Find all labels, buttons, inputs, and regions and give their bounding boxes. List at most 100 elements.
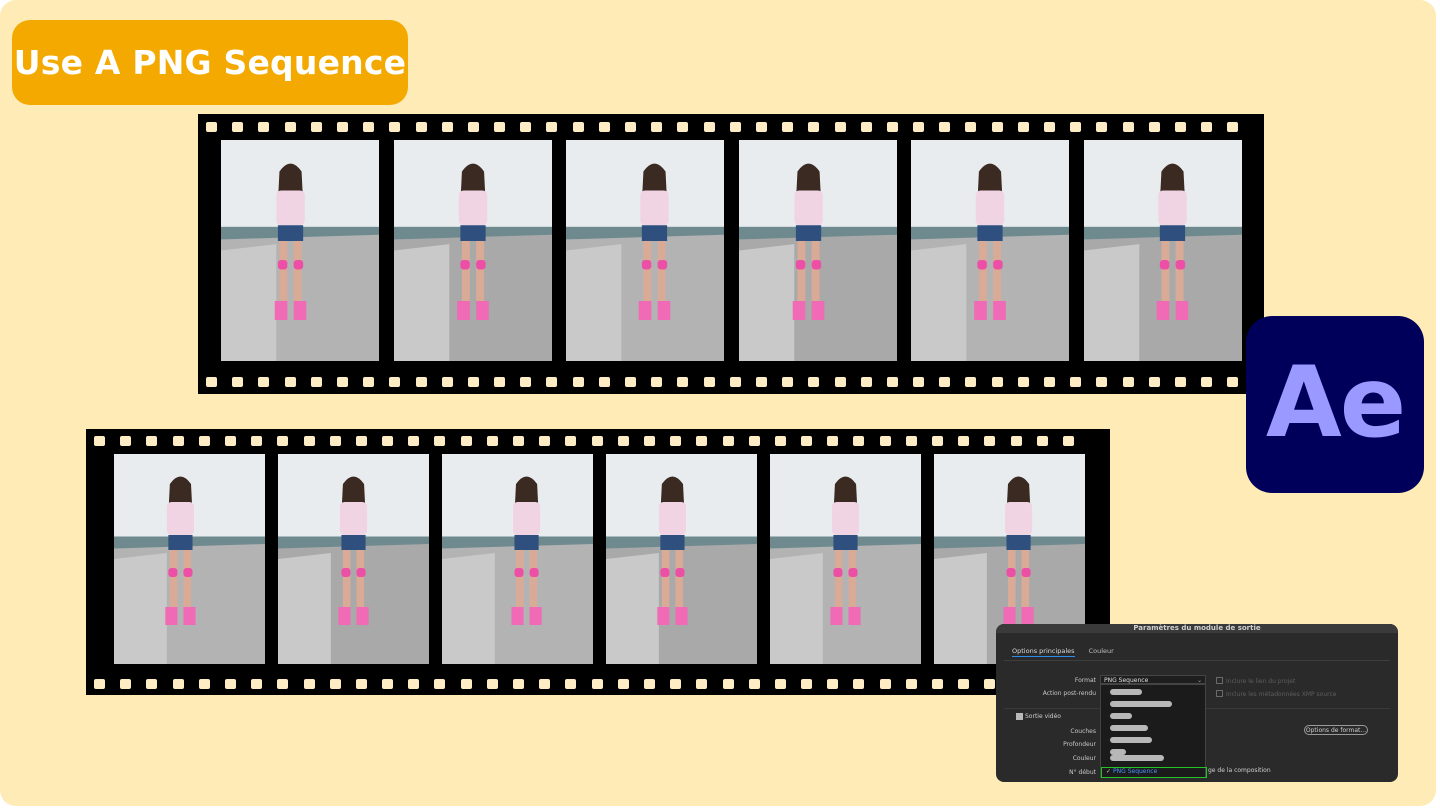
- dropdown-option[interactable]: [1110, 713, 1132, 719]
- sprocket-hole: [617, 679, 629, 689]
- video-output-checkbox[interactable]: [1016, 713, 1023, 720]
- include-xmp-checkbox[interactable]: [1216, 690, 1223, 697]
- sprocket-hole: [198, 679, 210, 689]
- sprocket-hole: [722, 679, 734, 689]
- filmstrip-top: [198, 114, 1264, 394]
- dialog-tabs: Options principales Couleur: [1012, 647, 1114, 657]
- sprocket-hole: [539, 436, 551, 446]
- top-strip-photo-3: [566, 140, 724, 361]
- dropdown-selected-option[interactable]: ✓ PNG Sequence: [1101, 767, 1207, 778]
- divider: [1004, 660, 1390, 661]
- sprocket-hole: [460, 679, 472, 689]
- sprocket-hole: [598, 377, 610, 387]
- sprocket-hole: [748, 436, 760, 446]
- sprocket-hole: [565, 436, 577, 446]
- sprocket-hole: [546, 122, 558, 132]
- sprocket-hole: [755, 377, 767, 387]
- sprocket-hole: [965, 377, 977, 387]
- sprocket-hole: [651, 122, 663, 132]
- sprocket-hole: [939, 377, 951, 387]
- depth-label: Profondeur: [1063, 741, 1096, 748]
- include-xmp-label: Inclure les métadonnées XMP source: [1226, 691, 1337, 698]
- sprocket-hole: [696, 436, 708, 446]
- sprocket-hole: [441, 122, 453, 132]
- sprocket-hole: [329, 679, 341, 689]
- sprocket-hole: [206, 122, 217, 132]
- sprocket-hole: [572, 377, 584, 387]
- sprocket-hole: [1227, 377, 1239, 387]
- dropdown-option[interactable]: [1110, 725, 1148, 731]
- top-strip-photo-5: [911, 140, 1069, 361]
- include-project-link-checkbox[interactable]: [1216, 677, 1223, 684]
- sprocket-hole: [782, 377, 794, 387]
- format-dropdown[interactable]: ✓ PNG Sequence: [1100, 684, 1207, 778]
- sprocket-hole: [703, 377, 715, 387]
- sprocket-hole: [434, 679, 446, 689]
- sprocket-hole: [808, 377, 820, 387]
- sprocket-holes-bottom: [86, 679, 1110, 689]
- sprocket-hole: [572, 122, 584, 132]
- sprocket-hole: [958, 679, 970, 689]
- sprocket-hole: [258, 122, 270, 132]
- sprocket-hole: [120, 436, 132, 446]
- sprocket-hole: [494, 377, 506, 387]
- sprocket-hole: [860, 122, 872, 132]
- top-strip-photo-4: [739, 140, 897, 361]
- top-strip-photo-1: [221, 140, 379, 361]
- sprocket-hole: [441, 377, 453, 387]
- sprocket-hole: [494, 122, 506, 132]
- sprocket-hole: [905, 436, 917, 446]
- sprocket-hole: [94, 679, 105, 689]
- tab-main-options[interactable]: Options principales: [1012, 647, 1075, 657]
- sprocket-hole: [172, 436, 184, 446]
- sprocket-hole: [1148, 122, 1160, 132]
- format-options-button[interactable]: Options de format...: [1304, 725, 1368, 735]
- dropdown-option[interactable]: [1110, 689, 1142, 695]
- sprocket-hole: [703, 122, 715, 132]
- sprocket-holes-top: [86, 436, 1110, 446]
- sprocket-hole: [729, 377, 741, 387]
- post-render-label: Action post-rendu: [1042, 690, 1096, 697]
- sprocket-hole: [1122, 377, 1134, 387]
- sprocket-hole: [303, 679, 315, 689]
- sprocket-hole: [389, 122, 401, 132]
- sprocket-hole: [617, 436, 629, 446]
- sprocket-hole: [853, 679, 865, 689]
- tab-color[interactable]: Couleur: [1089, 647, 1114, 657]
- dialog-title: Paramètres du module de sortie: [996, 624, 1398, 633]
- dropdown-option[interactable]: [1110, 755, 1164, 761]
- format-select[interactable]: PNG Sequence ⌄: [1100, 675, 1206, 684]
- sprocket-hole: [984, 436, 996, 446]
- sprocket-hole: [303, 436, 315, 446]
- sprocket-hole: [363, 377, 375, 387]
- sprocket-hole: [467, 377, 479, 387]
- sprocket-hole: [677, 122, 689, 132]
- sprocket-hole: [94, 436, 105, 446]
- dropdown-option[interactable]: [1110, 701, 1172, 707]
- sprocket-hole: [905, 679, 917, 689]
- dropdown-option[interactable]: [1110, 737, 1152, 743]
- sprocket-hole: [513, 679, 524, 689]
- sprocket-hole: [389, 377, 401, 387]
- sprocket-hole: [677, 377, 689, 387]
- sprocket-hole: [958, 436, 970, 446]
- after-effects-logo: Ae: [1246, 316, 1424, 493]
- sprocket-hole: [408, 436, 420, 446]
- sprocket-hole: [1096, 377, 1108, 387]
- composition-text: ge de la composition: [1208, 767, 1271, 774]
- top-strip-photo-6: [1084, 140, 1242, 361]
- start-number-label: N° début: [1069, 769, 1096, 776]
- sprocket-hole: [991, 122, 1003, 132]
- sprocket-hole: [284, 122, 296, 132]
- sprocket-hole: [834, 122, 846, 132]
- sprocket-hole: [1174, 377, 1186, 387]
- sprocket-hole: [329, 436, 341, 446]
- bottom-strip-photo-3: [442, 454, 593, 664]
- sprocket-hole: [965, 122, 977, 132]
- sprocket-hole: [748, 679, 760, 689]
- sprocket-hole: [146, 436, 158, 446]
- sprocket-hole: [1227, 122, 1239, 132]
- top-strip-photo-2: [394, 140, 552, 361]
- sprocket-hole: [277, 679, 289, 689]
- include-project-link-label: Inclure le lien du projet: [1226, 678, 1296, 685]
